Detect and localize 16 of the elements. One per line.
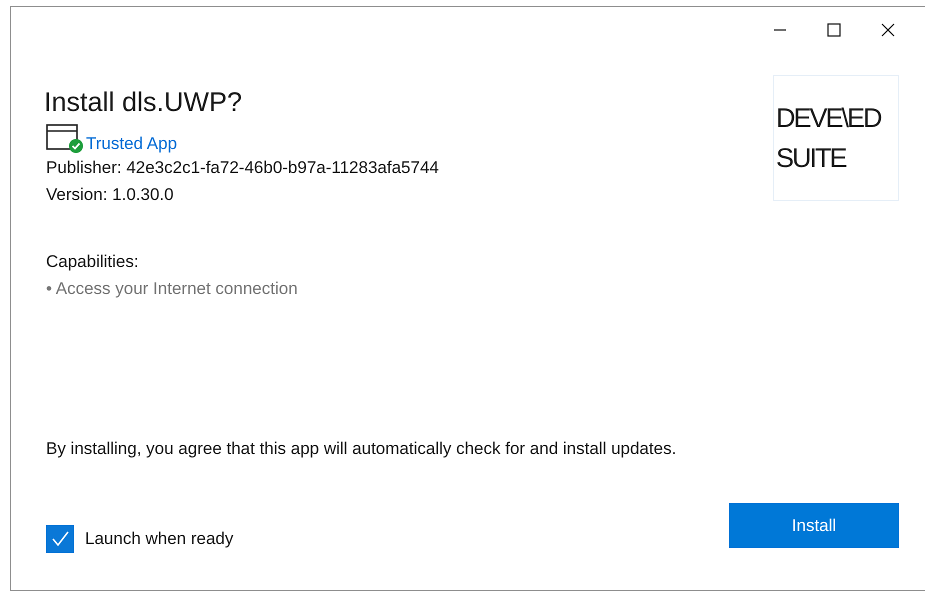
publisher-text: Publisher: 42e3c2c1-fa72-46b0-b97a-11283afa5744 bbox=[46, 157, 439, 179]
agreement-text: By installing, you agree that this app will automatically check for and install updates. bbox=[45, 438, 678, 459]
version-text: Version: 1.0.30.0 bbox=[46, 184, 175, 206]
trusted-app-link[interactable]: Trusted App bbox=[86, 134, 178, 154]
app-logo: DEVE\ED SUITE bbox=[773, 75, 899, 201]
install-button[interactable]: Install bbox=[729, 503, 899, 548]
capabilities-heading: Capabilities: bbox=[46, 251, 140, 273]
maximize-icon bbox=[827, 23, 841, 37]
launch-label: Launch when ready bbox=[85, 529, 234, 549]
close-icon bbox=[881, 23, 895, 37]
checkmark-icon bbox=[50, 529, 70, 549]
launch-checkbox[interactable] bbox=[46, 525, 74, 553]
dialog-title: Install dls.UWP? bbox=[44, 87, 244, 118]
capability-item: • Access your Internet connection bbox=[46, 278, 299, 300]
app-window-icon bbox=[46, 124, 84, 154]
minimize-icon bbox=[773, 29, 787, 31]
